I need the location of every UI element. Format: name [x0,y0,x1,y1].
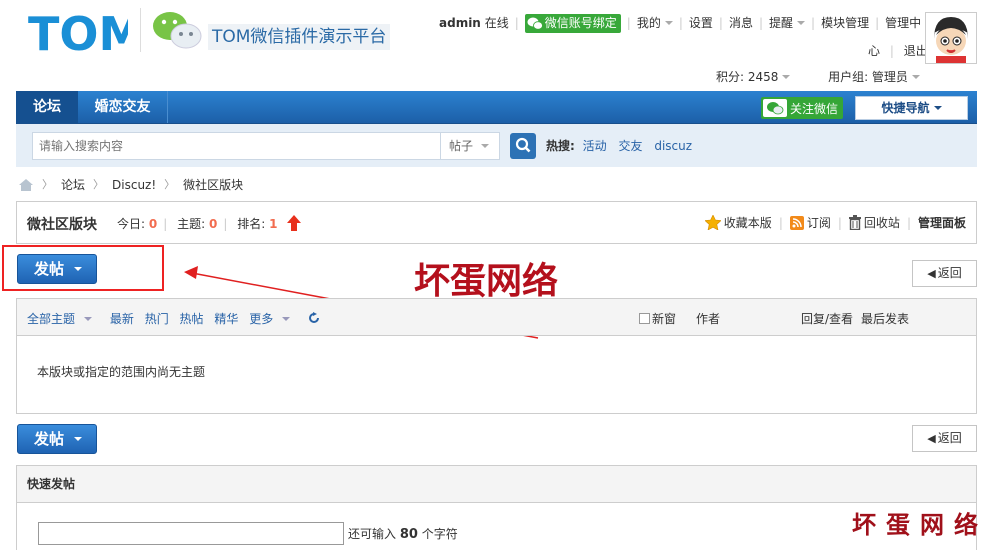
search-bar: 帖子 热搜: 活动 交友 discuz [16,124,977,167]
online-status: 在线 [484,16,509,30]
breadcrumb: 〉 论坛 〉 Discuz! 〉 微社区版块 [18,176,243,194]
trash-icon [848,215,861,230]
filter-digest[interactable]: 精华 [214,312,238,326]
watermark-text: 坏蛋网络 [414,260,559,302]
new-window-toggle[interactable]: 新窗 [639,310,676,327]
top-user-nav: admin 在线 | 微信账号绑定 | 我的 | 设置 | 消息 | 提醒 | … [436,12,921,34]
settings-link[interactable]: 设置 [689,12,713,34]
rank-value: 1 [269,217,278,231]
chevron-down-icon [911,75,920,79]
favorite-forum-button[interactable]: 收藏本版 [704,214,772,231]
follow-wechat-label: 关注微信 [790,101,839,116]
recycle-bin-button[interactable]: 回收站 [848,214,900,231]
subscribe-button[interactable]: 订阅 [789,214,831,231]
mine-menu[interactable]: 我的 [637,12,673,34]
forum-stats: 今日: 0 | 主题: 0 | 排名: 1 [117,215,302,232]
top-user-nav-row2: 心 | 退出 [868,44,928,58]
quick-post-title: 快速发帖 [17,466,976,503]
back-button-top[interactable]: ◀ 返回 [912,260,977,287]
manage-center-link-2[interactable]: 心 [868,44,880,58]
tom-logo[interactable]: TOM [28,6,144,61]
remaining-count: 80 [399,527,418,542]
rank-up-arrow-icon [287,215,302,231]
filter-more[interactable]: 更多 [249,312,297,326]
site-title: TOM微信插件演示平台 [208,24,391,50]
forum-name: 微社区版块 [27,217,97,233]
today-count: 0 [148,217,158,231]
empty-message: 本版块或指定的范围内尚无主题 [37,365,206,379]
thread-filters: 全部主题 最新 热门 热帖 精华 更多 [27,310,320,327]
hot-search: 热搜: 活动 交友 discuz [546,132,700,160]
refresh-icon[interactable] [308,312,320,324]
search-type-select[interactable]: 帖子 [440,132,500,160]
hot-link-activity[interactable]: 活动 [583,139,607,153]
chevron-down-icon [74,437,83,441]
chevron-down-icon [782,75,791,79]
forum-tools: 收藏本版 | 订阅 | 回收站 | 管理面板 [704,214,966,231]
chevron-down-icon [664,21,673,25]
manage-center-link-1[interactable]: 管理中 [885,12,921,34]
star-icon [704,215,721,230]
remaining-chars: 还可输入 80 个字符 [348,527,458,542]
breadcrumb-current[interactable]: 微社区版块 [183,176,243,194]
filter-all[interactable]: 全部主题 [27,312,99,326]
thread-list: 全部主题 最新 热门 热帖 精华 更多 新窗 作者 回复/查看 最后发表 本版块… [16,298,977,414]
search-input[interactable] [32,132,441,160]
wx-bind-button[interactable]: 微信账号绑定 [524,13,621,33]
rss-icon [789,215,804,230]
wechat-logo-icon [152,8,204,52]
follow-wechat-button[interactable]: 关注微信 [761,97,844,119]
module-manage-link[interactable]: 模块管理 [821,12,869,34]
wechat-icon [527,17,543,30]
quick-post-panel: 快速发帖 还可输入 80 个字符 [16,465,977,550]
remind-menu[interactable]: 提醒 [769,12,806,34]
hot-search-label: 热搜: [546,139,575,153]
admin-panel-link[interactable]: 管理面板 [918,214,966,231]
col-author: 作者 [696,312,721,326]
chevron-down-icon [933,106,942,110]
post-title-input[interactable] [38,522,344,545]
col-reply-view: 回复/查看 [801,312,854,326]
messages-link[interactable]: 消息 [729,12,753,34]
filter-hot[interactable]: 热门 [145,312,169,326]
breadcrumb-discuz[interactable]: Discuz! [112,176,156,194]
home-icon[interactable] [18,178,34,192]
highlight-box [2,245,164,291]
avatar[interactable] [925,12,977,64]
tab-dating[interactable]: 婚恋交友 [78,91,168,123]
col-last-post: 最后发表 [861,312,910,326]
chevron-down-icon [797,21,806,25]
chevron-down-icon [481,144,490,148]
logo-divider [140,8,141,52]
tab-forum[interactable]: 论坛 [16,91,78,123]
topics-count: 0 [208,217,218,231]
post-button-bottom[interactable]: 发帖 [17,424,97,454]
filter-latest[interactable]: 最新 [110,312,134,326]
wechat-icon [763,99,787,117]
search-icon [515,137,531,153]
new-window-checkbox[interactable] [639,313,650,324]
breadcrumb-forum[interactable]: 论坛 [61,176,85,194]
forum-header: 微社区版块 今日: 0 | 主题: 0 | 排名: 1 收藏本版 | 订阅 | 回收… [16,201,977,244]
credits-bar: 积分: 2458 用户组: 管理员 [716,68,920,86]
quick-nav-button[interactable]: 快捷导航 [855,96,968,120]
search-button[interactable] [510,133,536,159]
chevron-down-icon [84,317,93,321]
username-link[interactable]: admin [439,16,481,30]
chevron-down-icon [282,317,291,321]
hot-link-discuz[interactable]: discuz [654,139,692,153]
watermark-text-corner: 坏蛋网络 [852,510,988,539]
main-nav: 论坛 婚恋交友 关注微信 快捷导航 [16,91,977,124]
wx-bind-label: 微信账号绑定 [544,15,617,30]
hot-link-dating[interactable]: 交友 [618,139,642,153]
back-button-bottom[interactable]: ◀ 返回 [912,425,977,452]
tom-logo-text: TOM [28,7,128,54]
usergroup-menu[interactable]: 用户组: 管理员 [828,70,920,84]
filter-hot-posts[interactable]: 热帖 [180,312,204,326]
points-menu[interactable]: 积分: 2458 [716,70,791,84]
thread-list-header: 全部主题 最新 热门 热帖 精华 更多 新窗 作者 回复/查看 最后发表 [17,299,976,336]
